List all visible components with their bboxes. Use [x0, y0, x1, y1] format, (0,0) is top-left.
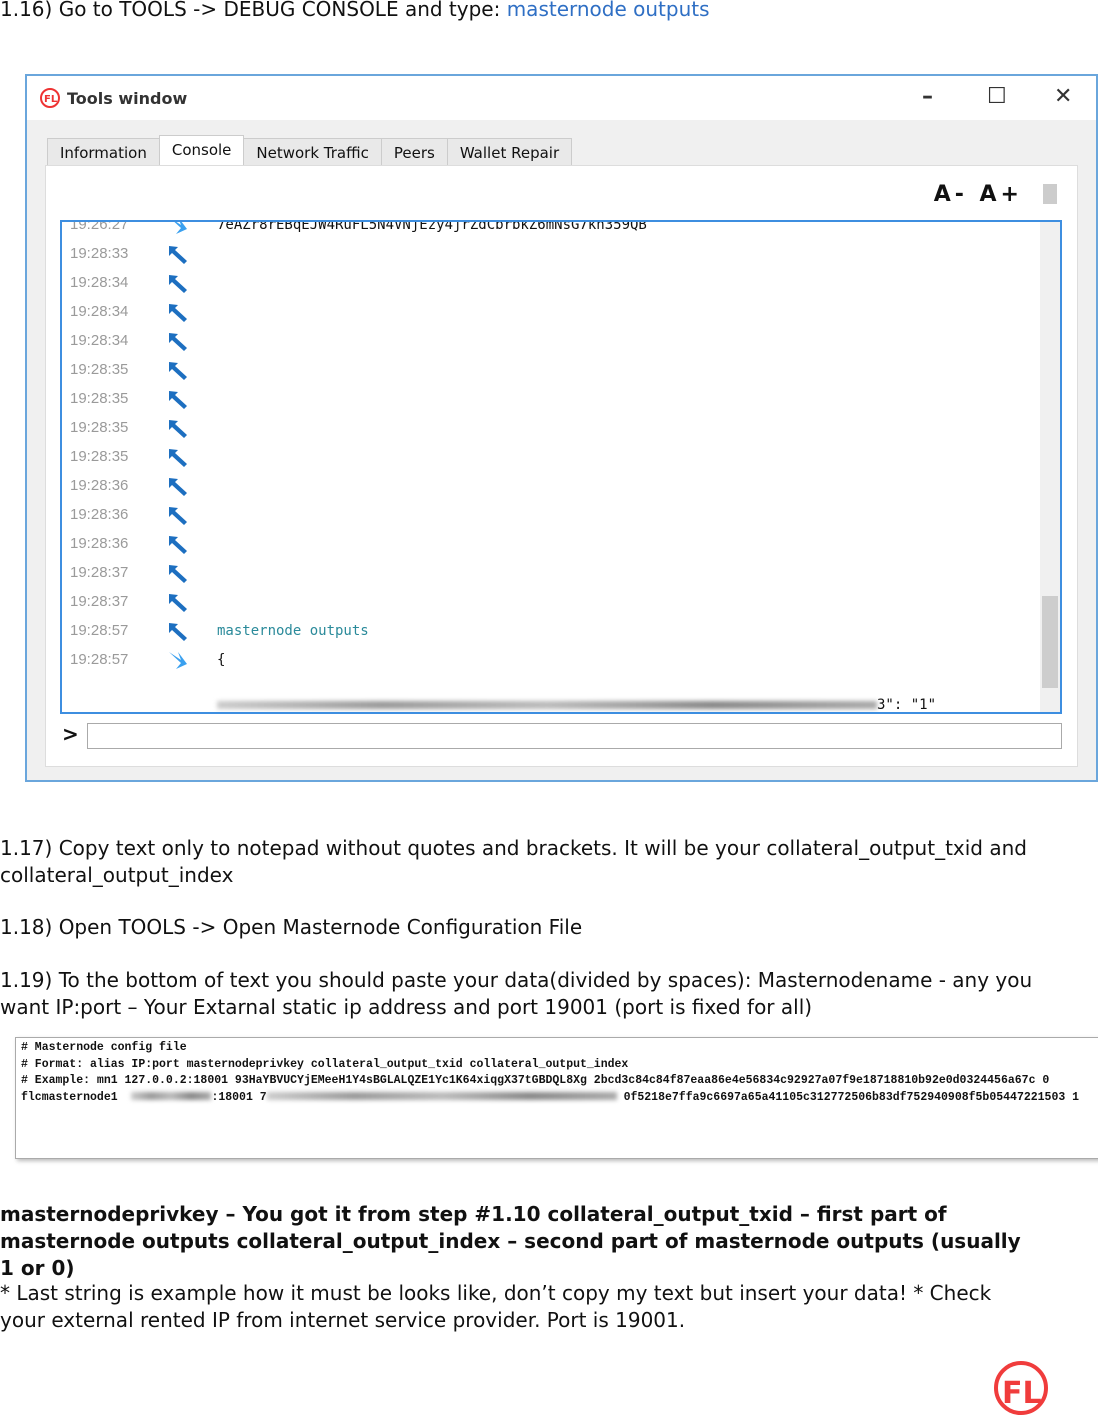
field-explanation: masternodeprivkey – You got it from step…	[0, 1202, 1021, 1280]
txid: 0f5218e7ffa9c6697a65a41105c312772506b83d…	[623, 1090, 1066, 1104]
console-timestamp: 19:28:35	[70, 361, 129, 378]
scrollbar-thumb[interactable]	[1042, 596, 1058, 688]
console-timestamp: 19:28:35	[70, 390, 129, 407]
command-text: masternode outputs	[506, 0, 710, 21]
step-text: 1.16) Go to TOOLS -> DEBUG CONSOLE and t…	[0, 0, 507, 21]
console-timestamp: 19:28:35	[70, 448, 129, 465]
redacted-ip	[131, 1092, 212, 1101]
tab-console[interactable]: Console	[158, 135, 245, 168]
console-message: masternode outputs	[217, 623, 369, 639]
font-increase-button[interactable]: A+	[980, 182, 1023, 207]
svg-text:FL: FL	[1002, 1376, 1042, 1411]
console-timestamp: 19:26:27	[70, 220, 129, 233]
console-output: 19:26:27 7eAZr8rEBqEJW4RuFL5N4VNjEzy4jrZd…	[60, 220, 1062, 714]
minimize-button[interactable]: –	[922, 84, 933, 109]
command-arrow-icon	[169, 391, 187, 409]
maximize-button[interactable]: ☐	[987, 84, 1007, 109]
command-arrow-icon	[169, 362, 187, 380]
step-1-16: 1.16) Go to TOOLS -> DEBUG CONSOLE and t…	[0, 0, 710, 23]
close-button[interactable]: ✕	[1054, 84, 1072, 109]
scrollbar[interactable]	[1040, 222, 1060, 712]
note: * Last string is example how it must be …	[0, 1281, 992, 1332]
tools-window: FL Tools window – ☐ ✕ Information Consol…	[25, 74, 1098, 782]
console-timestamp: 19:28:36	[70, 477, 129, 494]
alias: flcmasternode1	[21, 1090, 118, 1104]
command-arrow-icon	[169, 304, 187, 322]
console-panel: A- A+ 19:26:27 7eAZr8rEBqEJW4RuFL5N4VNjEz…	[45, 165, 1078, 767]
app-logo-icon: FL	[40, 88, 60, 108]
config-line: # Example: mn1 127.0.0.2:18001 93HaYBVUC…	[21, 1074, 1050, 1087]
title-bar: FL Tools window – ☐ ✕	[27, 76, 1096, 120]
console-timestamp: 19:28:34	[70, 274, 129, 291]
fl-logo-icon: FL	[994, 1361, 1048, 1415]
console-timestamp: 19:28:57	[70, 651, 129, 668]
console-output-line: 3": "1"	[217, 697, 937, 713]
step-1-18: 1.18) Open TOOLS -> Open Masternode Conf…	[0, 915, 583, 939]
tab-wallet-repair[interactable]: Wallet Repair	[446, 138, 573, 167]
port: :18001	[211, 1090, 253, 1104]
command-arrow-icon	[169, 333, 187, 351]
config-line: # Masternode config file	[21, 1041, 187, 1054]
font-decrease-button[interactable]: A-	[934, 182, 968, 207]
console-message: 7eAZr8rEBqEJW4RuFL5N4VNjEzy4jrZdCbrbkZ6m…	[217, 220, 647, 233]
prompt-icon: >	[62, 722, 79, 746]
tab-peers[interactable]: Peers	[380, 138, 448, 167]
window-title: Tools window	[67, 88, 188, 108]
config-last-line: flcmasternode1 :18001 7 0f5218e7ffa9c669…	[21, 1090, 1098, 1107]
console-timestamp: 19:28:36	[70, 506, 129, 523]
redacted-txid	[217, 701, 877, 709]
command-arrow-icon	[169, 420, 187, 438]
command-arrow-icon	[169, 594, 187, 612]
command-arrow-icon	[169, 246, 187, 264]
console-timestamp: 19:28:34	[70, 303, 129, 320]
console-timestamp: 19:28:37	[70, 564, 129, 581]
command-arrow-icon	[169, 449, 187, 467]
privkey: 7	[259, 1090, 267, 1104]
command-arrow-icon	[169, 623, 187, 641]
console-timestamp: 19:28:33	[70, 245, 129, 262]
config-file-text: # Masternode config file # Format: alias …	[15, 1037, 1098, 1159]
console-timestamp: 19:28:35	[70, 419, 129, 436]
step-1-19: 1.19) To the bottom of text you should p…	[0, 968, 1033, 1019]
trash-icon[interactable]	[1043, 184, 1057, 204]
command-arrow-icon	[169, 565, 187, 583]
tab-network-traffic[interactable]: Network Traffic	[243, 138, 382, 167]
console-input[interactable]	[87, 723, 1062, 749]
command-arrow-icon	[169, 275, 187, 293]
console-timestamp: 19:28:34	[70, 332, 129, 349]
console-timestamp: 19:28:37	[70, 593, 129, 610]
step-1-17: 1.17) Copy text only to notepad without …	[0, 836, 1027, 887]
reply-arrow-icon	[174, 222, 187, 234]
console-message: {	[217, 652, 226, 668]
config-line: # Format: alias IP:port masternodeprivke…	[21, 1057, 629, 1071]
svg-text:FL: FL	[44, 94, 58, 105]
reply-arrow-icon	[169, 652, 187, 669]
redacted-key	[266, 1092, 617, 1101]
tab-information[interactable]: Information	[47, 138, 160, 167]
index: 1	[1072, 1090, 1080, 1104]
command-arrow-icon	[169, 507, 187, 525]
console-timestamp: 19:28:36	[70, 535, 129, 552]
command-arrow-icon	[169, 478, 187, 496]
command-arrow-icon	[169, 536, 187, 554]
output-tail: 3": "1"	[877, 697, 937, 713]
console-timestamp: 19:28:57	[70, 622, 129, 639]
